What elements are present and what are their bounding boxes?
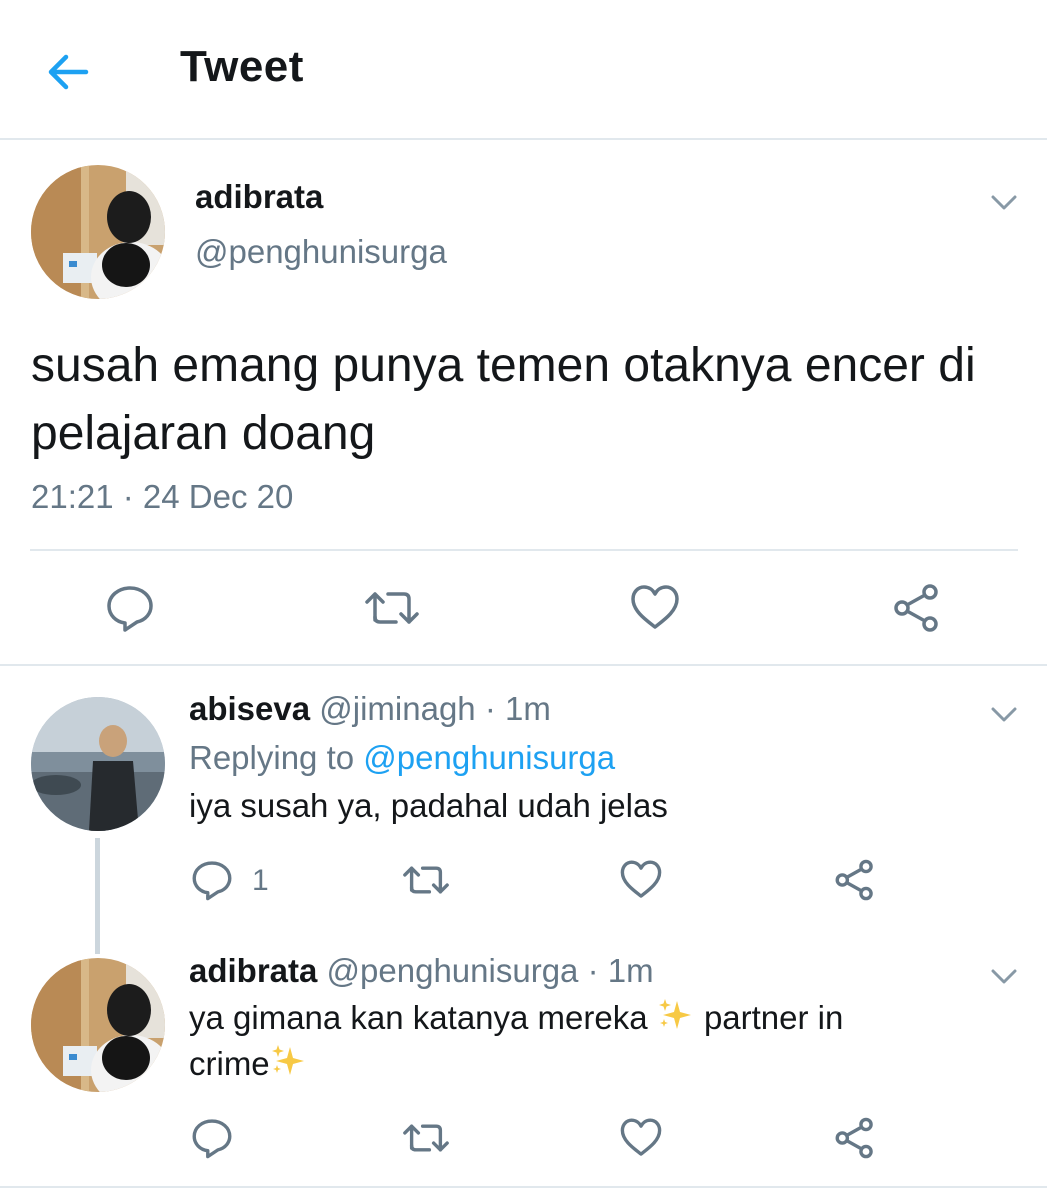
reply-header: adibrata @penghunisurga · 1m: [189, 952, 654, 990]
share-icon: [894, 584, 938, 632]
arrow-left-icon: [48, 54, 89, 90]
retweet-button[interactable]: [402, 858, 450, 902]
reply-time: 1m: [505, 690, 551, 727]
reply-text: iya susah ya, padahal udah jelas: [189, 787, 668, 824]
back-button[interactable]: [40, 44, 96, 100]
replying-to-label: Replying to: [189, 739, 355, 776]
separator-dot: ·: [587, 952, 599, 989]
retweet-icon: [365, 592, 419, 624]
chevron-down-icon: [991, 707, 1017, 722]
tweet-menu-button[interactable]: [984, 694, 1024, 734]
reply-display-name[interactable]: abiseva: [189, 690, 310, 727]
reply-text-part: crime: [189, 1045, 270, 1082]
replying-to-link[interactable]: @penghunisurga: [363, 739, 615, 776]
reply-icon: [192, 1119, 232, 1159]
thread-connector: [95, 838, 100, 954]
chevron-down-icon: [991, 195, 1017, 210]
reply-count: 1: [252, 864, 269, 897]
share-icon: [835, 859, 873, 901]
retweet-button[interactable]: [402, 1116, 450, 1160]
separator-dot: ·: [484, 690, 496, 727]
tweet-text: susah emang punya temen otaknya encer di…: [31, 339, 976, 460]
reply-text-part: ya gimana kan katanya mereka: [189, 999, 648, 1036]
tweet-timestamp: 21:21 · 24 Dec 20: [31, 478, 294, 515]
reply-display-name[interactable]: adibrata: [189, 952, 317, 989]
divider: [30, 549, 1018, 551]
tweet-menu-button[interactable]: [984, 956, 1024, 996]
reply-time: 1m: [607, 952, 654, 989]
app-header: Tweet: [0, 0, 1047, 140]
chevron-down-icon: [991, 969, 1017, 984]
reply-button[interactable]: [104, 582, 156, 634]
like-button[interactable]: [618, 858, 664, 902]
reply-text-part: partner in: [703, 999, 844, 1036]
sparkles-icon: [658, 999, 691, 1029]
divider: [0, 1186, 1047, 1188]
heart-icon: [631, 585, 679, 629]
retweet-button[interactable]: [364, 582, 420, 634]
reply-text-line-2: crime: [189, 1043, 308, 1083]
share-button[interactable]: [832, 858, 878, 902]
reply-button[interactable]: [190, 858, 234, 902]
reply-header: abiseva @jiminagh · 1m: [189, 690, 551, 728]
reply-handle[interactable]: @penghunisurga: [327, 952, 579, 989]
heart-icon: [620, 1118, 662, 1156]
reply-handle[interactable]: @jiminagh: [319, 690, 475, 727]
like-button[interactable]: [618, 1116, 664, 1160]
sparkles-icon: [271, 1045, 304, 1075]
tweet-menu-button[interactable]: [984, 182, 1024, 222]
divider: [0, 664, 1047, 666]
reply-icon: [192, 861, 232, 901]
share-button[interactable]: [832, 1116, 878, 1160]
reply-text-line-1: ya gimana kan katanya mereka partner in: [189, 997, 843, 1037]
author-handle[interactable]: @penghunisurga: [195, 233, 447, 271]
reply-icon: [107, 586, 153, 632]
reply-button[interactable]: [190, 1116, 234, 1160]
retweet-icon: [403, 866, 449, 894]
heart-icon: [620, 860, 662, 898]
share-button[interactable]: [890, 582, 944, 634]
page-title: Tweet: [180, 42, 304, 91]
like-button[interactable]: [628, 582, 682, 634]
author-display-name[interactable]: adibrata: [195, 178, 323, 216]
retweet-icon: [403, 1124, 449, 1152]
avatar[interactable]: [31, 958, 165, 1092]
replying-to-line: Replying to @penghunisurga: [189, 739, 615, 777]
avatar[interactable]: [31, 697, 165, 831]
avatar[interactable]: [31, 165, 165, 299]
share-icon: [835, 1117, 873, 1159]
